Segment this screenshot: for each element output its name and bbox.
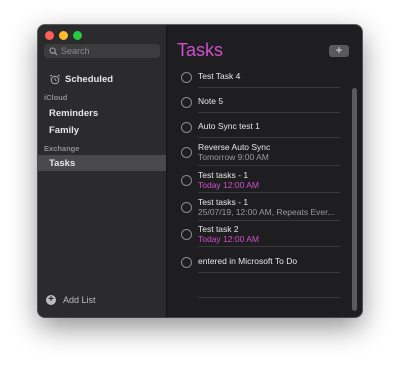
task-checkbox[interactable] <box>181 202 192 213</box>
search-field[interactable] <box>44 44 160 58</box>
vertical-scrollbar[interactable] <box>349 65 361 317</box>
sidebar-item-label: Scheduled <box>65 73 114 85</box>
scrollbar-thumb[interactable] <box>352 88 357 311</box>
task-title: Test task 2 <box>198 224 239 234</box>
task-title: Test tasks - 1 <box>198 170 249 180</box>
task-due-date: Tomorrow 9:00 AM <box>198 152 269 162</box>
divider <box>198 112 340 113</box>
divider <box>198 246 340 247</box>
section-header-icloud: iCloud <box>44 93 68 102</box>
task-checkbox[interactable] <box>181 97 192 108</box>
plus-circle-icon: + <box>46 295 56 305</box>
add-list-label: Add List <box>63 295 96 305</box>
sidebar: Scheduled iCloud Reminders Family Exchan… <box>38 25 167 317</box>
task-due-date: Today 12:00 AM <box>198 234 259 244</box>
add-task-button[interactable]: + <box>329 44 349 57</box>
sidebar-item-reminders[interactable]: Reminders <box>38 105 166 121</box>
task-checkbox[interactable] <box>181 175 192 186</box>
task-title: Test tasks - 1 <box>198 197 249 207</box>
search-input[interactable] <box>61 46 151 56</box>
task-title: Auto Sync test 1 <box>198 121 260 131</box>
divider <box>198 220 340 221</box>
task-title: entered in Microsoft To Do <box>198 256 298 266</box>
zoom-button[interactable] <box>73 31 82 40</box>
search-icon <box>49 46 58 55</box>
list-title: Tasks <box>177 40 224 60</box>
sidebar-item-label: Tasks <box>49 157 76 169</box>
divider <box>198 297 340 298</box>
task-title: Test Task 4 <box>198 71 241 81</box>
sidebar-item-family[interactable]: Family <box>38 122 166 138</box>
sidebar-item-tasks[interactable]: Tasks <box>38 155 166 171</box>
task-checkbox[interactable] <box>181 72 192 83</box>
app-window: Scheduled iCloud Reminders Family Exchan… <box>38 25 362 317</box>
task-checkbox[interactable] <box>181 257 192 268</box>
divider <box>198 272 340 273</box>
window-controls <box>45 31 82 40</box>
task-title: Note 5 <box>198 96 224 106</box>
task-due-date: 25/07/19, 12:00 AM, Repeats Ever... <box>198 207 335 217</box>
add-list-button[interactable]: + Add List <box>46 295 96 305</box>
task-list-pane: Tasks + Test Task 4 Note 5 Auto Sync tes… <box>167 25 362 317</box>
section-header-exchange: Exchange <box>44 144 80 153</box>
divider <box>198 165 340 166</box>
divider <box>198 87 340 88</box>
sidebar-item-label: Reminders <box>49 107 99 119</box>
task-checkbox[interactable] <box>181 147 192 158</box>
task-checkbox[interactable] <box>181 122 192 133</box>
task-due-date: Today 12:00 AM <box>198 180 259 190</box>
task-title: Reverse Auto Sync <box>198 142 271 152</box>
task-checkbox[interactable] <box>181 229 192 240</box>
divider <box>198 192 340 193</box>
close-button[interactable] <box>45 31 54 40</box>
sidebar-item-scheduled[interactable]: Scheduled <box>38 71 166 87</box>
minimize-button[interactable] <box>59 31 68 40</box>
sidebar-item-label: Family <box>49 124 80 136</box>
divider <box>198 137 340 138</box>
alarm-clock-icon <box>49 74 61 84</box>
